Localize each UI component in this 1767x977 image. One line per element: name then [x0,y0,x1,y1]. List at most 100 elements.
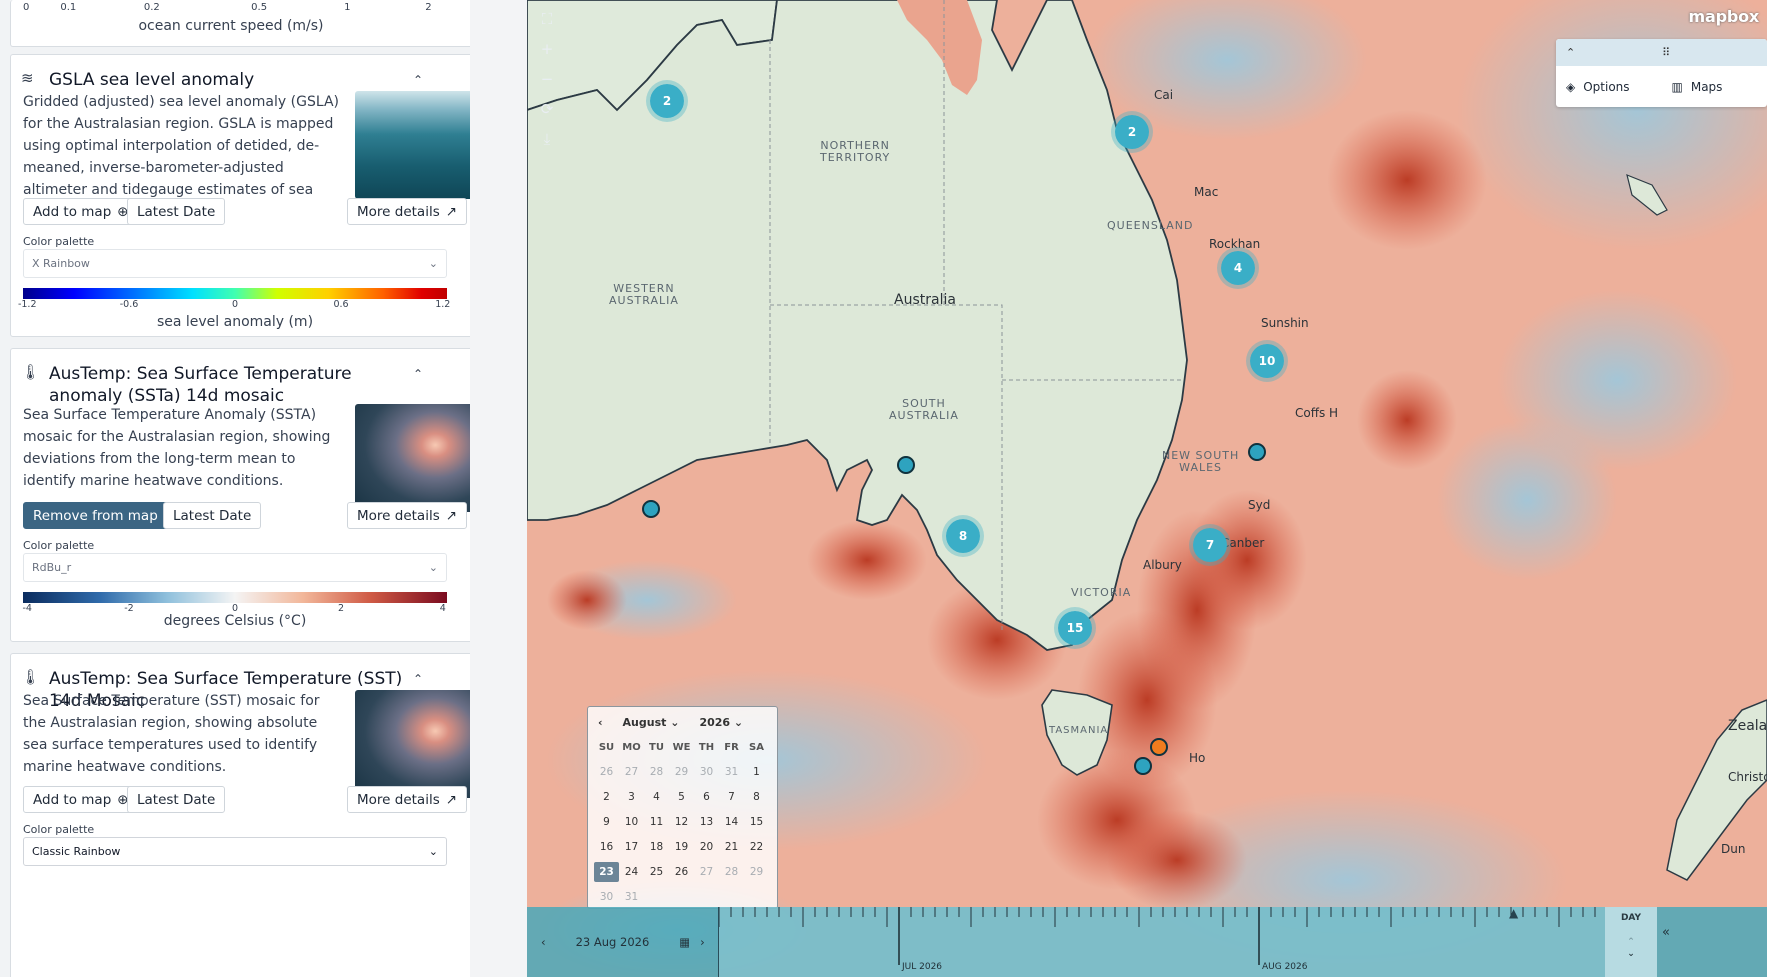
calendar-day[interactable]: 14 [719,812,744,832]
calendar-day-selected[interactable]: 23 [594,862,619,882]
palette-select[interactable]: X Rainbow ⌄ [23,249,447,278]
station-cluster[interactable]: 10 [1246,340,1288,382]
timeline-bar[interactable]: ‹ 23 Aug 2026 ▦ › JUL 2026 AUG 2026 ▲ DA… [527,906,1767,977]
timeline-cursor-icon[interactable]: ▲ [1509,906,1518,920]
calendar-day[interactable]: 3 [619,787,644,807]
calendar-day[interactable]: 25 [644,862,669,882]
town-label: Albury [1143,558,1182,572]
palette-select[interactable]: RdBu_r ⌄ [23,553,447,582]
calendar-day[interactable]: 9 [594,812,619,832]
download-icon[interactable]: ⤓ [533,126,561,152]
palette-label: Color palette [23,539,95,552]
calendar-day[interactable]: 20 [694,837,719,857]
station-cluster[interactable]: 2 [646,80,688,122]
add-to-map-button[interactable]: Add to map ⊕ [23,198,139,225]
timeline-track[interactable]: JUL 2026 AUG 2026 ▲ [718,906,1605,977]
calendar-day[interactable]: 27 [694,862,719,882]
station-marker[interactable] [1248,443,1266,461]
calendar-day[interactable]: 15 [744,812,769,832]
tick: -0.6 [119,299,139,310]
calendar-icon[interactable]: ▦ [679,935,690,949]
latest-date-button[interactable]: Latest Date [163,502,262,529]
timescale-selector[interactable]: DAY ⌃ ⌄ [1605,907,1657,977]
station-cluster[interactable]: 2 [1111,111,1153,153]
remove-from-map-button[interactable]: Remove from map ⊖ [23,502,186,529]
month-select[interactable]: August ⌄ [623,716,680,729]
calendar-day[interactable]: 10 [619,812,644,832]
add-to-map-button[interactable]: Add to map ⊕ [23,786,139,813]
calendar-day[interactable]: 12 [669,812,694,832]
calendar-grid: SU MO TU WE TH FR SA 26 27 28 29 30 31 1… [588,737,777,907]
date-calendar: ‹ August ⌄ 2026 ⌄ SU MO TU WE TH FR SA 2… [587,706,778,909]
year-select[interactable]: 2026 ⌄ [699,716,743,729]
calendar-day[interactable]: 6 [694,787,719,807]
fullscreen-icon[interactable]: ⛶ [533,6,561,32]
calendar-day[interactable]: 28 [719,862,744,882]
calendar-day[interactable]: 17 [619,837,644,857]
tick: 2 [425,2,432,13]
calendar-day[interactable]: 29 [669,762,694,782]
chevron-up-icon[interactable]: ⌃ [409,367,427,381]
zoom-in-button[interactable]: + [533,36,561,62]
station-cluster[interactable]: 15 [1054,607,1096,649]
calendar-day[interactable]: 21 [719,837,744,857]
latest-date-button[interactable]: Latest Date [127,786,226,813]
calendar-day[interactable]: 31 [719,762,744,782]
station-marker-active[interactable] [1150,738,1168,756]
calendar-day[interactable]: 11 [644,812,669,832]
town-label: Cai [1154,88,1174,102]
chevron-up-icon[interactable]: ⌃ [1566,46,1575,59]
prev-month-icon[interactable]: ‹ [598,716,603,729]
calendar-day[interactable]: 28 [644,762,669,782]
calendar-day[interactable]: 8 [744,787,769,807]
reset-rotation-icon[interactable]: ⟳ [533,96,561,122]
prev-day-icon[interactable]: ‹ [541,935,546,949]
calendar-day[interactable]: 7 [719,787,744,807]
chevron-up-icon[interactable]: ⌃ [409,672,427,686]
zoom-out-button[interactable]: − [533,66,561,92]
latest-date-button[interactable]: Latest Date [127,198,226,225]
station-marker[interactable] [897,456,915,474]
calendar-day[interactable]: 26 [669,862,694,882]
calendar-day[interactable]: 29 [744,862,769,882]
calendar-day[interactable]: 1 [744,762,769,782]
layer-description: Sea Surface Temperature Anomaly (SSTA) m… [23,407,331,489]
calendar-day[interactable]: 2 [594,787,619,807]
chevron-down-icon[interactable]: ⌄ [1605,949,1657,959]
palette-select[interactable]: Classic Rainbow ⌄ [23,837,447,866]
calendar-day[interactable]: 24 [619,862,644,882]
calendar-day[interactable]: 19 [669,837,694,857]
maps-tab[interactable]: ▥ Maps [1662,80,1767,94]
timeline-date-control: ‹ 23 Aug 2026 ▦ › [537,907,719,977]
more-details-button[interactable]: More details ↗ [347,198,468,225]
more-details-button[interactable]: More details ↗ [347,502,468,529]
map-view[interactable]: ⛶ + − ⟳ ⤓ mapbox ⌃ ⠿ ◈ Options ▥ Maps NORT… [527,0,1767,977]
external-link-icon: ↗ [445,507,458,524]
next-day-icon[interactable]: › [700,935,705,949]
station-marker[interactable] [642,500,660,518]
calendar-day[interactable]: 27 [619,762,644,782]
station-cluster[interactable]: 8 [942,515,984,557]
tick: 1.2 [435,299,451,310]
calendar-day[interactable]: 26 [594,762,619,782]
calendar-day[interactable]: 30 [694,762,719,782]
station-marker[interactable] [1134,757,1152,775]
station-cluster[interactable]: 4 [1217,247,1259,289]
calendar-day[interactable]: 4 [644,787,669,807]
layer-sidebar[interactable]: 0 0.1 0.2 0.5 1 2 3 ocean current speed … [0,0,470,977]
calendar-day[interactable]: 13 [694,812,719,832]
calendar-day[interactable]: 18 [644,837,669,857]
calendar-day[interactable]: 31 [619,887,644,907]
options-tab[interactable]: ◈ Options [1556,80,1662,94]
chevron-up-icon[interactable]: ⌃ [1605,937,1657,947]
calendar-day[interactable]: 30 [594,887,619,907]
drag-handle-icon[interactable]: ⠿ [1662,46,1670,59]
panel-header[interactable]: ⌃ ⠿ [1556,39,1767,66]
chevron-up-icon[interactable]: ⌃ [409,73,427,87]
calendar-day[interactable]: 22 [744,837,769,857]
station-cluster[interactable]: 7 [1189,524,1231,566]
more-details-button[interactable]: More details ↗ [347,786,468,813]
calendar-day[interactable]: 5 [669,787,694,807]
collapse-timeline-icon[interactable]: « [1662,925,1670,940]
calendar-day[interactable]: 16 [594,837,619,857]
